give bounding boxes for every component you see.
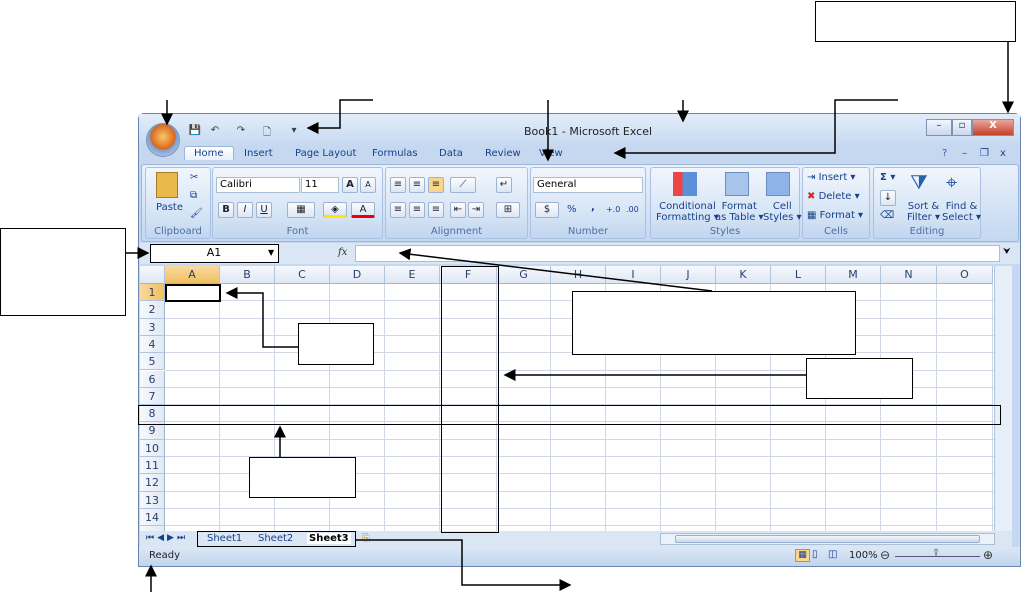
annotation-arrows [125,41,1014,592]
